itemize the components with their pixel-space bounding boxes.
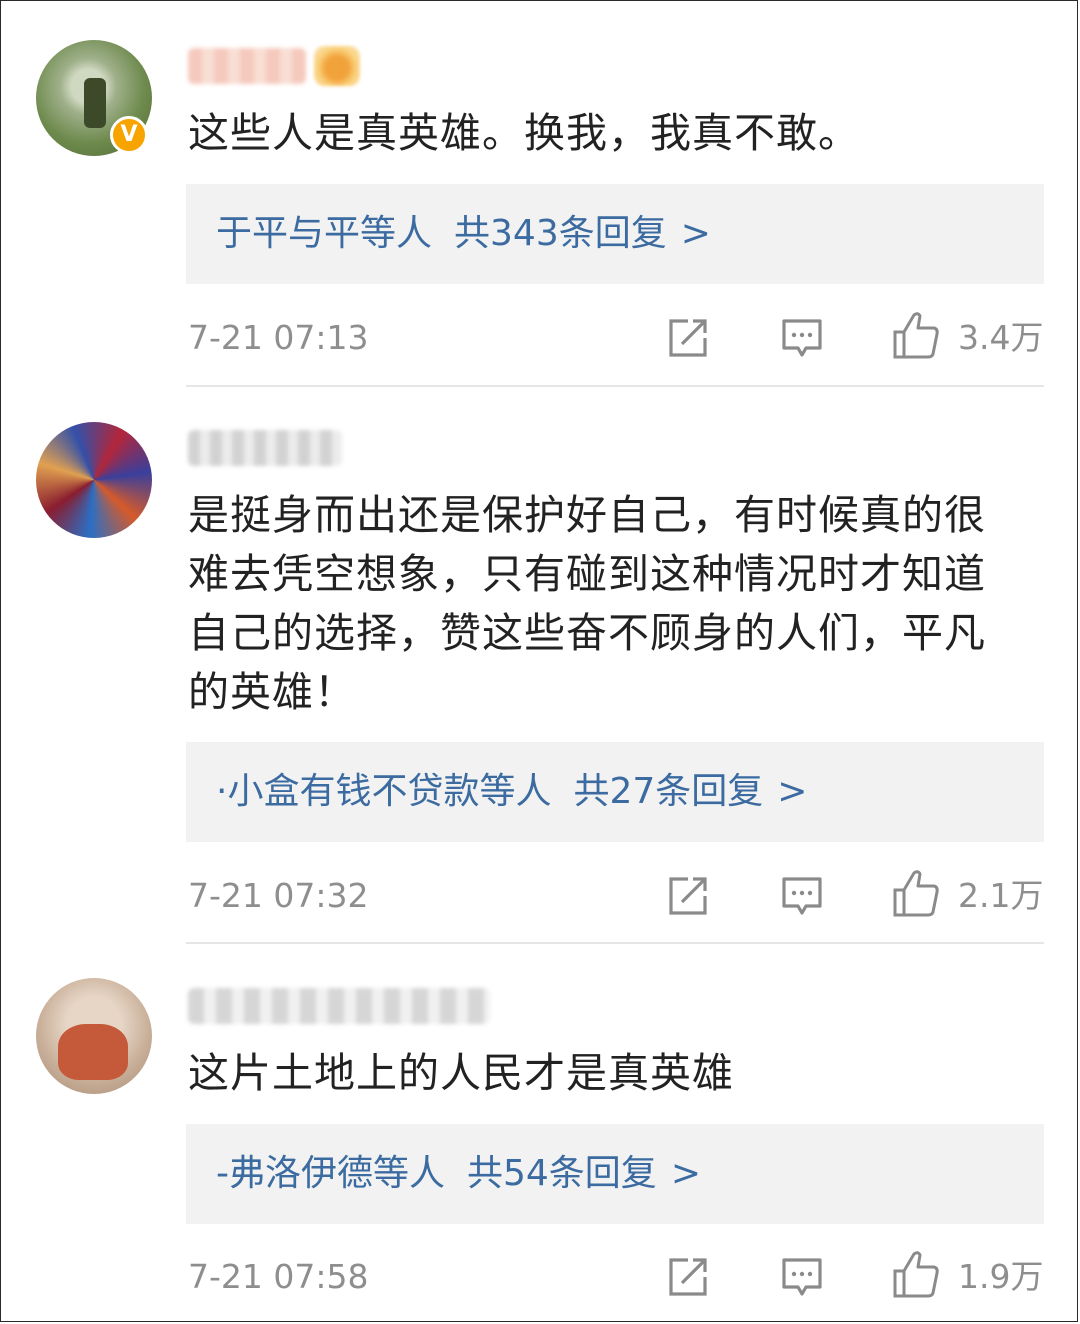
reply-users: -弗洛伊德等人 — [216, 1153, 445, 1194]
timestamp: 7-21 07:32 — [188, 876, 369, 915]
comment-text-line: 难去凭空想象，只有碰到这种情况时才知道 — [188, 550, 986, 598]
comment-meta: 7-21 07:58 1.9万 — [188, 1251, 1044, 1299]
comment-icon[interactable] — [780, 1255, 824, 1299]
reply-summary[interactable]: ·小盒有钱不贷款等人 共27条回复 > — [186, 742, 1044, 842]
like-count: 3.4万 — [958, 318, 1044, 357]
comment-text: 是挺身而出还是保护好自己，有时候真的很 难去凭空想象，只有碰到这种情况时才知道 … — [188, 486, 1048, 722]
timestamp: 7-21 07:58 — [188, 1257, 369, 1296]
reply-users: 于平与平等人 — [216, 213, 433, 254]
timestamp: 7-21 07:13 — [188, 318, 369, 357]
reply-count: 共27条回复 — [573, 771, 764, 812]
comment-text-line: 自己的选择，赞这些奋不顾身的人们，平凡 — [188, 609, 986, 657]
comment-text: 这片土地上的人民才是真英雄 — [188, 1044, 1048, 1103]
edit-icon[interactable] — [666, 316, 710, 360]
reply-summary[interactable]: -弗洛伊德等人 共54条回复 > — [186, 1124, 1044, 1224]
comment-text-line: 的英雄！ — [188, 668, 356, 716]
edit-icon[interactable] — [666, 1255, 710, 1299]
chevron-right-icon: > — [777, 771, 808, 812]
vip-crown-icon — [314, 46, 360, 86]
divider — [186, 385, 1044, 387]
thumbs-up-icon[interactable] — [892, 868, 940, 918]
username-blurred[interactable] — [188, 430, 342, 466]
comment-text-line: 这些人是真英雄。换我，我真不敢。 — [188, 109, 860, 157]
comment-text-line: 这片土地上的人民才是真英雄 — [188, 1049, 734, 1097]
comment-icon[interactable] — [780, 316, 824, 360]
username-blurred[interactable] — [188, 48, 306, 84]
chevron-right-icon: > — [680, 213, 711, 254]
comment-icon[interactable] — [780, 874, 824, 918]
reply-users: ·小盒有钱不贷款等人 — [216, 771, 552, 812]
avatar[interactable] — [36, 422, 152, 538]
like-count: 2.1万 — [958, 876, 1044, 915]
divider — [186, 942, 1044, 944]
thumbs-up-icon[interactable] — [892, 1249, 940, 1299]
comment-text-line: 是挺身而出还是保护好自己，有时候真的很 — [188, 491, 986, 539]
comment-meta: 7-21 07:13 3.4万 — [188, 312, 1044, 360]
comment-text: 这些人是真英雄。换我，我真不敢。 — [188, 104, 1048, 163]
like-count: 1.9万 — [958, 1257, 1044, 1296]
verified-badge-icon: V — [110, 116, 148, 154]
reply-summary[interactable]: 于平与平等人 共343条回复 > — [186, 184, 1044, 284]
avatar[interactable] — [36, 978, 152, 1094]
thumbs-up-icon[interactable] — [892, 310, 940, 360]
chevron-right-icon: > — [670, 1153, 701, 1194]
username-blurred[interactable] — [188, 988, 490, 1024]
comment-meta: 7-21 07:32 2.1万 — [188, 870, 1044, 918]
reply-count: 共54条回复 — [467, 1153, 657, 1194]
reply-count: 共343条回复 — [454, 213, 667, 254]
edit-icon[interactable] — [666, 874, 710, 918]
